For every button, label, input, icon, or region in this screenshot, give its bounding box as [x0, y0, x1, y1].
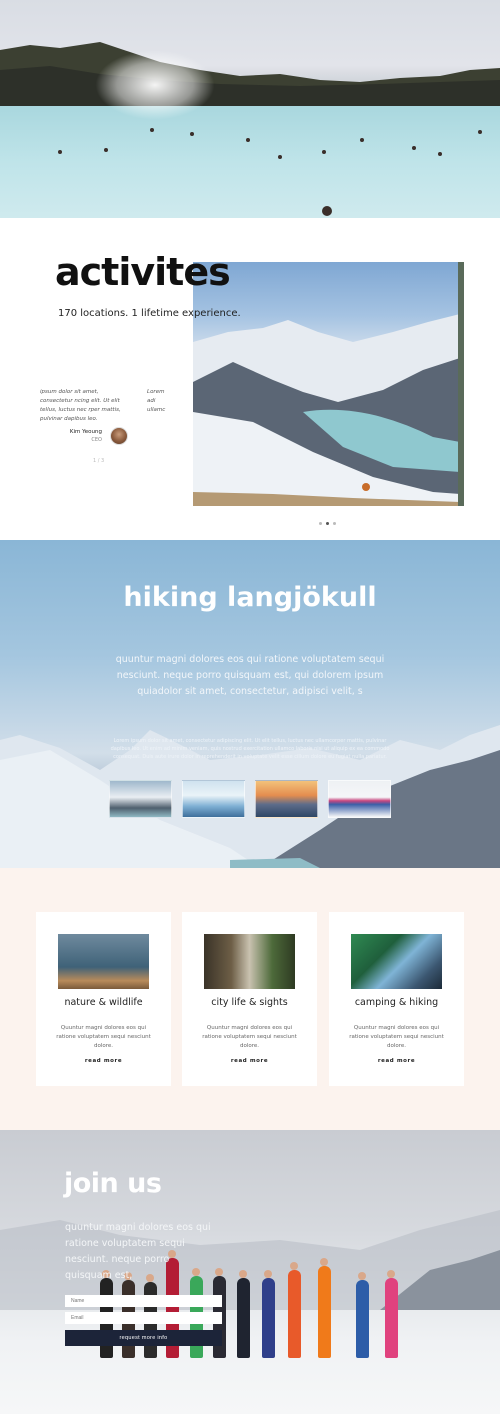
card-text: Quuntur magni dolores eos qui ratione vo… [349, 1025, 444, 1049]
hiker [385, 1278, 398, 1358]
testimonial-pagination[interactable]: 1 / 3 [93, 458, 104, 464]
activities-title: activites [55, 250, 231, 294]
read-more-link[interactable]: read more [36, 1058, 171, 1064]
activities-subtitle: 170 locations. 1 lifetime experience. [58, 308, 241, 319]
hiking-title: hiking langjökull [123, 582, 377, 613]
slider-dot[interactable] [319, 522, 322, 525]
hiker-head [215, 1268, 223, 1276]
hiker-head [387, 1270, 395, 1278]
read-more-link[interactable]: read more [182, 1058, 317, 1064]
card-title: city life & sights [211, 997, 288, 1008]
swimmer [150, 128, 154, 132]
avatar [110, 427, 128, 445]
hero-steam [95, 50, 215, 120]
swimmer [412, 146, 416, 150]
slider-dot-active[interactable] [326, 522, 329, 525]
hero-water [0, 106, 500, 218]
read-more-link[interactable]: read more [329, 1058, 464, 1064]
swimmer [360, 138, 364, 142]
hiking-body: quuntur magni dolores eos qui ratione vo… [115, 654, 385, 697]
hiker [262, 1278, 275, 1358]
card-text: Quuntur magni dolores eos qui ratione vo… [56, 1025, 151, 1049]
swimmer [478, 130, 482, 134]
sunset-iceberg-thumbnail[interactable] [255, 780, 318, 818]
hiker [288, 1270, 301, 1358]
email-field[interactable] [65, 1312, 222, 1324]
next-slide-preview[interactable] [458, 262, 464, 506]
testimonial-text: ipsum dolor sit amet, consectetur ncing … [40, 389, 121, 422]
join-section: join us quuntur magni dolores eos qui ra… [0, 1130, 500, 1414]
hiking-small-text: Lorem ipsum dolor sit amet, consectetur … [110, 738, 390, 760]
join-title: join us [64, 1168, 162, 1199]
testimonial-name: Kim Yeoung [69, 429, 102, 435]
swimmer [104, 148, 108, 152]
card-title: nature & wildlife [64, 997, 143, 1008]
category-card-city[interactable]: city life & sights Quuntur magni dolores… [182, 912, 317, 1086]
swimmer [322, 206, 332, 216]
swimmer [438, 152, 442, 156]
swimmer [278, 155, 282, 159]
glacier-lagoon-thumbnail[interactable] [109, 780, 172, 818]
join-body: quuntur magni dolores eos qui ratione vo… [65, 1222, 211, 1281]
hiker-head [320, 1258, 328, 1266]
group-on-snow-thumbnail[interactable] [328, 780, 391, 818]
category-card-camping[interactable]: camping & hiking Quuntur magni dolores e… [329, 912, 464, 1086]
request-info-button[interactable]: request more info [65, 1330, 222, 1346]
testimonial-role: CEO [91, 437, 102, 443]
swimmer [322, 150, 326, 154]
name-field[interactable] [65, 1295, 222, 1307]
category-card-nature[interactable]: nature & wildlife Quuntur magni dolores … [36, 912, 171, 1086]
swimmer [58, 150, 62, 154]
puffin-image [58, 934, 149, 989]
hiker-head [358, 1272, 366, 1280]
hiker-head [239, 1270, 247, 1278]
swimmer [246, 138, 250, 142]
hero-mountains [0, 42, 500, 110]
card-title: camping & hiking [354, 997, 439, 1008]
tent-view-image [351, 934, 442, 989]
categories-section: nature & wildlife Quuntur magni dolores … [0, 868, 500, 1130]
hiker-head [290, 1262, 298, 1270]
hiking-section: hiking langjökull quuntur magni dolores … [0, 540, 500, 868]
city-street-image [204, 934, 295, 989]
card-text: Quuntur magni dolores eos qui ratione vo… [202, 1025, 297, 1049]
ice-floes-thumbnail[interactable] [182, 780, 245, 818]
hiker [237, 1278, 250, 1358]
slider-dots [319, 510, 340, 529]
activities-section: activites 170 locations. 1 lifetime expe… [0, 218, 500, 540]
testimonial-text-next: Lorem adi ullamc [147, 389, 166, 413]
hiker-head [264, 1270, 272, 1278]
hero-section [0, 0, 500, 218]
hiker [356, 1280, 369, 1358]
mountain-valley-image [193, 262, 460, 506]
slider-dot[interactable] [333, 522, 336, 525]
hiker [318, 1266, 331, 1358]
swimmer [190, 132, 194, 136]
